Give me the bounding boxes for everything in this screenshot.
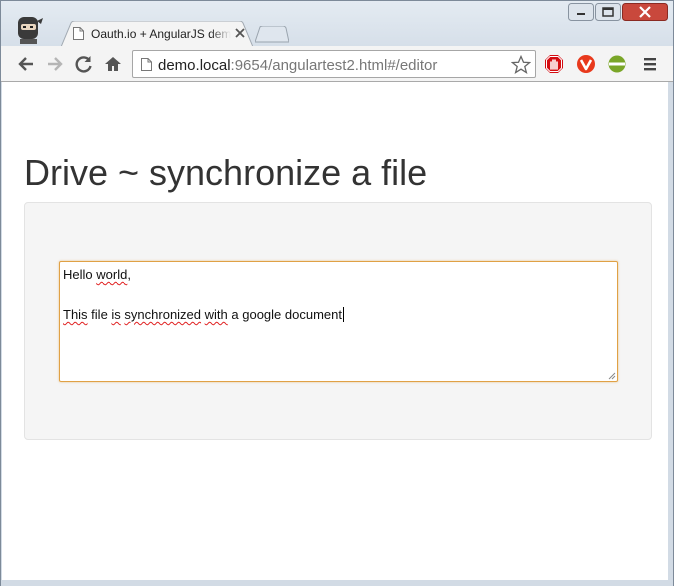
page-icon — [73, 27, 84, 40]
window-frame — [1, 580, 673, 586]
tab-active[interactable]: Oauth.io + AngularJS demo — [61, 21, 253, 47]
misspelled-word: is — [111, 307, 121, 322]
page-icon — [141, 58, 152, 71]
title-bar: Oauth.io + AngularJS demo — [1, 1, 673, 47]
window-frame — [668, 82, 673, 586]
menu-icon[interactable] — [640, 54, 660, 74]
reload-icon[interactable] — [74, 54, 94, 74]
page-title: Drive ~ synchronize a file — [24, 152, 428, 193]
adblock-icon[interactable] — [544, 54, 564, 74]
resize-handle-icon[interactable] — [607, 371, 616, 380]
close-window-button[interactable] — [622, 3, 668, 21]
browser-toolbar: demo.local:9654/angulartest2.html#/edito… — [1, 46, 673, 82]
maximize-button[interactable] — [595, 3, 621, 21]
document-textarea[interactable]: Hello world, This file is synchronized w… — [59, 261, 618, 382]
tab-title: Oauth.io + AngularJS demo — [91, 27, 231, 41]
misspelled-word: with — [204, 307, 228, 322]
editor-panel: Hello world, This file is synchronized w… — [24, 202, 652, 440]
back-icon[interactable] — [16, 54, 36, 74]
misspelled-word: This — [63, 307, 88, 322]
close-icon[interactable] — [235, 28, 245, 38]
minimize-button[interactable] — [568, 3, 594, 21]
url-text: demo.local:9654/angulartest2.html#/edito… — [158, 57, 437, 74]
browser-window: Oauth.io + AngularJS demo demo.local:965… — [0, 0, 674, 586]
forward-icon[interactable] — [45, 54, 65, 74]
url-path: :9654/angulartest2.html#/editor — [230, 57, 438, 74]
new-tab-button[interactable] — [255, 26, 289, 43]
profile-avatar-icon[interactable] — [15, 15, 45, 45]
misspelled-word: world — [96, 267, 128, 282]
page-content: Drive ~ synchronize a file Hello world, … — [2, 82, 668, 580]
text-line: Hello world, — [63, 267, 131, 282]
green-ext-icon[interactable] — [607, 54, 627, 74]
text-caret — [342, 307, 344, 322]
star-icon[interactable] — [511, 55, 531, 75]
home-icon[interactable] — [103, 54, 123, 74]
text-line: This file is synchronized with a google … — [63, 307, 344, 322]
vivaldi-ext-icon[interactable] — [576, 54, 596, 74]
misspelled-word: synchronized — [124, 307, 202, 322]
url-host: demo.local — [158, 57, 231, 74]
address-bar[interactable]: demo.local:9654/angulartest2.html#/edito… — [132, 50, 536, 78]
